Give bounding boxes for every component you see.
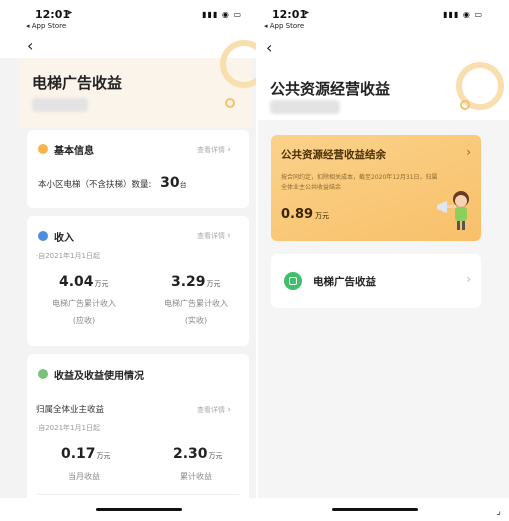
location-arrow-icon: ➤ <box>66 8 73 17</box>
balance-card[interactable]: 公共资源经营收益结余 › 按合同约定，扣除相关成本，截至2020年12月31日，… <box>271 135 481 241</box>
balance-unit: 万元 <box>315 212 330 220</box>
community-name-blurred <box>270 100 340 114</box>
header-area: ‹ 公共资源经营收益 <box>258 34 509 120</box>
elevator-count-label: 本小区电梯（不含扶梯）数量: <box>38 180 152 190</box>
location-arrow-icon: ➤ <box>303 8 310 17</box>
details-link-label: 查看详情 <box>197 232 225 240</box>
balance-desc-line1: 按合同约定，扣除相关成本，截至2020年12月31日，归属 <box>281 174 438 181</box>
cumulative-income-label: 累计收益 <box>180 472 212 481</box>
elevator-count-unit: 台 <box>179 181 187 189</box>
nav-bar: ‹ <box>0 34 256 58</box>
basic-info-card: 基本信息 查看详情 › 本小区电梯（不含扶梯）数量: 30台 <box>27 130 249 208</box>
info-dot-icon <box>38 144 48 154</box>
monthly-unit: 万元 <box>96 452 111 460</box>
cumulative-income-value: 2.30万元 <box>173 446 223 462</box>
usage-since-date: ·自2021年1月1日起 <box>36 424 100 432</box>
chevron-right-icon: › <box>227 145 231 155</box>
cumulative-amount: 2.30 <box>173 446 208 462</box>
wifi-icon: ◉ <box>221 10 230 19</box>
header-banner: 电梯广告收益 <box>20 40 256 128</box>
signal-icon: ▮▮▮ <box>443 10 460 19</box>
resize-handle-icon: ⌟ <box>496 506 501 517</box>
chevron-right-icon: › <box>466 145 471 159</box>
divider <box>37 494 239 495</box>
usage-card: 收益及收益使用情况 归属全体业主收益 查看详情 › ·自2021年1月1日起 0… <box>27 354 249 514</box>
received-label-sub: (实收) <box>184 316 208 325</box>
page-title: 公共资源经营收益 <box>270 80 391 98</box>
owner-income-label: 归属全体业主收益 <box>36 405 105 415</box>
community-name-blurred <box>32 98 88 112</box>
balance-value: 0.89 万元 <box>281 207 329 222</box>
received-amount: 3.29 <box>171 274 206 290</box>
home-indicator[interactable] <box>332 508 418 511</box>
income-details-link[interactable]: 查看详情 › <box>197 231 231 241</box>
left-phone-screen: 12:01 ➤ ◂ App Store ▮▮▮ ◉ ▭ ‹ 电梯广告收益 基本信… <box>0 0 256 521</box>
elevator-count-row: 本小区电梯（不含扶梯）数量: 30台 <box>38 175 187 191</box>
page-title: 电梯广告收益 <box>32 74 123 92</box>
usage-dot-icon <box>38 369 48 379</box>
battery-icon: ▭ <box>233 10 242 19</box>
basic-info-title: 基本信息 <box>54 146 94 157</box>
monthly-income-value: 0.17万元 <box>61 446 111 462</box>
chevron-right-icon: › <box>227 405 231 415</box>
elevator-ad-income-label: 电梯广告收益 <box>313 276 376 288</box>
receivable-label-sub: (应收) <box>72 316 96 325</box>
details-link-label: 查看详情 <box>197 146 225 154</box>
cumulative-unit: 万元 <box>208 452 223 460</box>
elevator-count-value: 30 <box>160 175 180 191</box>
income-card: 收入 查看详情 › ·自2021年1月1日起 4.04万元 电梯广告累计收入 (应… <box>27 216 249 346</box>
basic-info-details-link[interactable]: 查看详情 › <box>197 145 231 155</box>
home-bar-area <box>258 498 509 521</box>
chevron-left-icon[interactable]: ‹ <box>27 36 33 55</box>
home-bar-area <box>0 498 256 521</box>
monthly-income-label: 当月收益 <box>68 472 100 481</box>
back-to-app-store-link[interactable]: ◂ App Store <box>26 22 66 30</box>
elevator-ad-income-item[interactable]: 电梯广告收益 › <box>271 254 481 308</box>
balance-amount: 0.89 <box>281 207 314 222</box>
status-time: 12:01 <box>35 8 71 21</box>
receivable-value: 4.04万元 <box>59 274 109 290</box>
decorative-dot-icon <box>460 100 470 110</box>
right-phone-screen: 12:01 ➤ ◂ App Store ▮▮▮ ◉ ▭ ‹ 公共资源经营收益 公… <box>258 0 509 521</box>
income-dot-icon <box>38 231 48 241</box>
received-label: 电梯广告累计收入 (实收) <box>151 298 241 326</box>
monthly-amount: 0.17 <box>61 446 96 462</box>
usage-title: 收益及收益使用情况 <box>54 371 144 382</box>
income-title: 收入 <box>54 233 74 244</box>
usage-details-link[interactable]: 查看详情 › <box>197 405 231 415</box>
decorative-ring-icon <box>220 40 256 88</box>
mascot-with-megaphone-icon <box>437 191 469 230</box>
receivable-unit: 万元 <box>94 280 109 288</box>
back-to-app-store-link[interactable]: ◂ App Store <box>264 22 304 30</box>
income-since-date: ·自2021年1月1日起 <box>36 252 100 260</box>
receivable-amount: 4.04 <box>59 274 94 290</box>
chevron-right-icon: › <box>227 231 231 241</box>
decorative-dot-icon <box>225 98 235 108</box>
received-unit: 万元 <box>206 280 221 288</box>
received-label-text: 电梯广告累计收入 <box>164 299 228 308</box>
signal-icon: ▮▮▮ <box>202 10 219 19</box>
status-bar: 12:01 ➤ ◂ App Store ▮▮▮ ◉ ▭ <box>258 0 509 34</box>
details-link-label: 查看详情 <box>197 406 225 414</box>
elevator-ad-icon <box>284 272 302 290</box>
status-bar: 12:01 ➤ ◂ App Store ▮▮▮ ◉ ▭ <box>0 0 256 34</box>
status-time: 12:01 <box>272 8 308 21</box>
chevron-left-icon[interactable]: ‹ <box>266 38 272 57</box>
chevron-right-icon: › <box>466 272 471 286</box>
receivable-label: 电梯广告累计收入 (应收) <box>39 298 129 326</box>
receivable-label-text: 电梯广告累计收入 <box>52 299 116 308</box>
balance-title: 公共资源经营收益结余 <box>281 149 386 161</box>
home-indicator[interactable] <box>96 508 182 511</box>
wifi-icon: ◉ <box>462 10 471 19</box>
battery-icon: ▭ <box>474 10 483 19</box>
received-value: 3.29万元 <box>171 274 221 290</box>
